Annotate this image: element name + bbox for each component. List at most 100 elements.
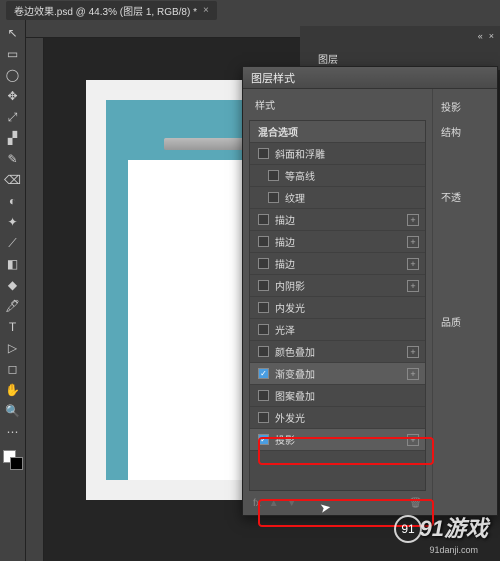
tool-8[interactable]: ◐	[3, 192, 23, 210]
tool-13[interactable]: 🖋	[3, 297, 23, 315]
artwork-teal-frame	[106, 100, 246, 480]
checkbox[interactable]	[258, 324, 269, 335]
checkbox[interactable]	[258, 280, 269, 291]
artwork-paper	[128, 160, 246, 480]
trash-icon[interactable]: 🗑	[409, 498, 422, 509]
checkbox[interactable]	[258, 434, 269, 445]
style-item-13[interactable]: 投影 +	[250, 429, 425, 451]
style-item-9[interactable]: 颜色叠加 +	[250, 341, 425, 363]
tool-2[interactable]: ◯	[3, 66, 23, 84]
checkbox[interactable]	[258, 148, 269, 159]
tool-18[interactable]: 🔍	[3, 402, 23, 420]
tool-6[interactable]: ✎	[3, 150, 23, 168]
color-swatches[interactable]	[3, 450, 23, 470]
tool-4[interactable]: ⤢	[3, 108, 23, 126]
style-label: 内发光	[275, 300, 305, 315]
panel-collapse-bar: « ×	[300, 26, 500, 46]
tool-5[interactable]: ▞	[3, 129, 23, 147]
style-item-8[interactable]: 光泽	[250, 319, 425, 341]
up-icon[interactable]: ▲	[269, 498, 279, 509]
blend-options-item[interactable]: 混合选项	[250, 121, 425, 143]
style-label: 光泽	[275, 322, 295, 337]
add-icon[interactable]: +	[407, 214, 419, 226]
tool-1[interactable]: ▭	[3, 45, 23, 63]
style-item-4[interactable]: 描边 +	[250, 231, 425, 253]
settings-structure: 结构	[441, 124, 489, 139]
tool-9[interactable]: ✦	[3, 213, 23, 231]
tool-12[interactable]: ◆	[3, 276, 23, 294]
checkbox[interactable]	[258, 302, 269, 313]
settings-opacity: 不透	[441, 189, 489, 204]
down-icon[interactable]: ▼	[287, 498, 297, 509]
add-icon[interactable]: +	[407, 236, 419, 248]
document-tab-bar: 卷边效果.psd @ 44.3% (图层 1, RGB/8) * ×	[0, 0, 500, 20]
tool-19[interactable]: ⋯	[3, 423, 23, 441]
background-swatch[interactable]	[10, 457, 23, 470]
checkbox[interactable]	[268, 192, 279, 203]
watermark-url: 91danji.com	[429, 545, 478, 555]
style-item-0[interactable]: 斜面和浮雕	[250, 143, 425, 165]
style-item-2[interactable]: 纹理	[250, 187, 425, 209]
style-item-5[interactable]: 描边+	[250, 253, 425, 275]
watermark-badge-icon: 91	[394, 515, 422, 543]
style-item-3[interactable]: 描边 +	[250, 209, 425, 231]
style-label: 外发光	[275, 410, 305, 425]
style-item-12[interactable]: 外发光	[250, 407, 425, 429]
checkbox[interactable]	[258, 390, 269, 401]
ruler-vertical	[26, 38, 44, 561]
tool-15[interactable]: ▷	[3, 339, 23, 357]
style-label: 内阴影	[275, 278, 305, 293]
checkbox[interactable]	[258, 258, 269, 269]
add-icon[interactable]: +	[407, 434, 419, 446]
tool-7[interactable]: ⌫	[3, 171, 23, 189]
tool-14[interactable]: T	[3, 318, 23, 336]
styles-column: 样式 混合选项 斜面和浮雕等高线纹理描边+描边+描边+内阴影+内发光光泽颜色叠加…	[243, 89, 433, 515]
collapse-left-icon[interactable]: «	[478, 31, 483, 41]
style-item-7[interactable]: 内发光	[250, 297, 425, 319]
checkbox[interactable]	[258, 368, 269, 379]
dialog-title[interactable]: 图层样式	[243, 67, 497, 89]
style-item-6[interactable]: 内阴影 +	[250, 275, 425, 297]
layer-style-dialog: 图层样式 样式 混合选项 斜面和浮雕等高线纹理描边+描边+描边+内阴影+内发光光…	[242, 66, 498, 516]
watermark-brand: 91游戏	[420, 511, 488, 543]
tool-16[interactable]: ◻	[3, 360, 23, 378]
tool-10[interactable]: ⟋	[3, 234, 23, 252]
tool-3[interactable]: ✥	[3, 87, 23, 105]
style-label: 投影	[275, 432, 295, 447]
fx-icon[interactable]: fx	[253, 498, 261, 509]
tool-11[interactable]: ◧	[3, 255, 23, 273]
tool-0[interactable]: ↖	[3, 24, 23, 42]
styles-footer: fx ▲ ▼ 🗑	[243, 491, 432, 515]
style-label: 颜色叠加	[275, 344, 315, 359]
add-icon[interactable]: +	[407, 280, 419, 292]
style-label: 等高线	[285, 168, 315, 183]
style-item-1[interactable]: 等高线	[250, 165, 425, 187]
style-settings-column: 投影 结构 不透 品质	[433, 89, 497, 515]
document-tab[interactable]: 卷边效果.psd @ 44.3% (图层 1, RGB/8) * ×	[6, 1, 217, 20]
style-label: 描边	[275, 234, 295, 249]
style-label: 纹理	[285, 190, 305, 205]
add-icon[interactable]: +	[407, 258, 419, 270]
checkbox[interactable]	[258, 346, 269, 357]
style-label: 图案叠加	[275, 388, 315, 403]
close-icon[interactable]: ×	[489, 31, 494, 41]
styles-list: 混合选项 斜面和浮雕等高线纹理描边+描边+描边+内阴影+内发光光泽颜色叠加+渐变…	[249, 120, 426, 491]
style-item-10[interactable]: 渐变叠加 +	[250, 363, 425, 385]
add-icon[interactable]: +	[407, 368, 419, 380]
add-icon[interactable]: +	[407, 346, 419, 358]
checkbox[interactable]	[258, 214, 269, 225]
settings-quality: 品质	[441, 314, 489, 329]
tab-title: 卷边效果.psd @ 44.3% (图层 1, RGB/8) *	[14, 3, 197, 18]
tool-17[interactable]: ✋	[3, 381, 23, 399]
document-canvas[interactable]	[86, 80, 266, 500]
style-item-11[interactable]: 图案叠加	[250, 385, 425, 407]
styles-header: 样式	[243, 89, 432, 120]
close-icon[interactable]: ×	[203, 5, 209, 16]
checkbox[interactable]	[258, 412, 269, 423]
checkbox[interactable]	[258, 236, 269, 247]
checkbox[interactable]	[268, 170, 279, 181]
tools-toolbar: ↖ ▭ ◯ ✥ ⤢ ▞ ✎ ⌫ ◐ ✦ ⟋ ◧ ◆ 🖋 T ▷ ◻ ✋ 🔍 ⋯	[0, 20, 26, 561]
style-label: 描边	[275, 212, 295, 227]
style-label: 斜面和浮雕	[275, 146, 325, 161]
style-label: 渐变叠加	[275, 366, 315, 381]
